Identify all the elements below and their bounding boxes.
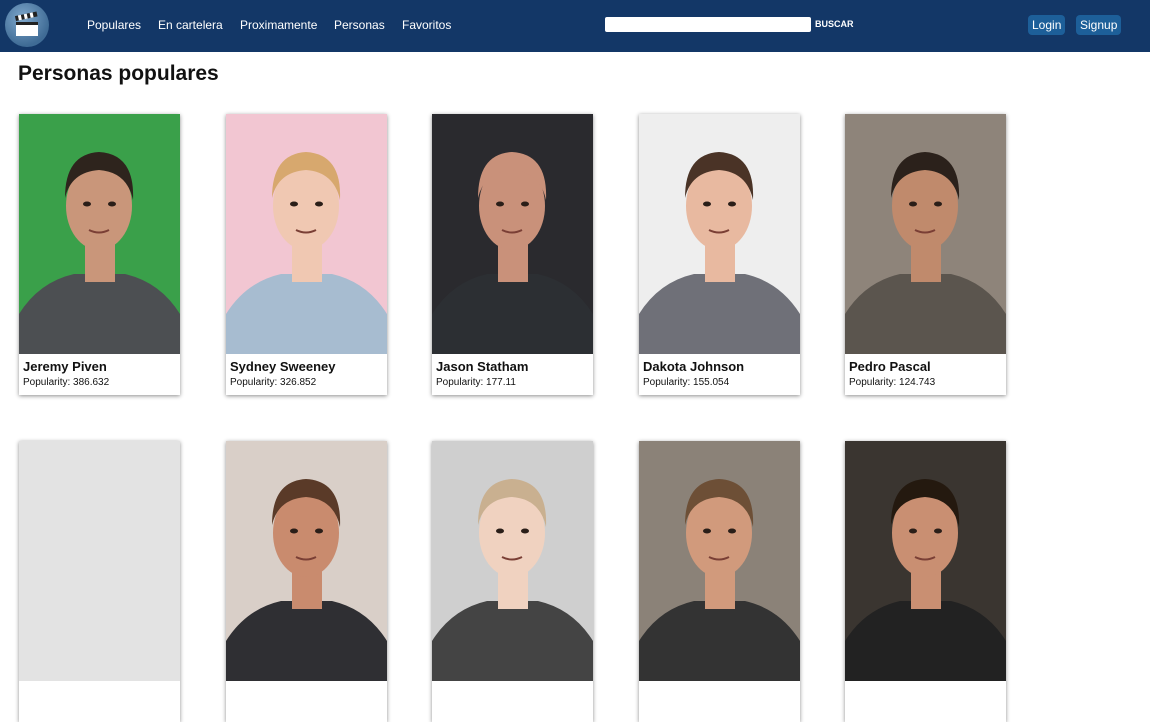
popularity-value: 386.632 xyxy=(73,377,110,388)
person-photo[interactable] xyxy=(432,441,593,681)
login-button[interactable]: Login xyxy=(1028,15,1066,35)
person-photo[interactable] xyxy=(639,441,800,681)
nav-link-en-cartelera[interactable]: En cartelera xyxy=(158,16,223,34)
person-photo[interactable] xyxy=(432,114,593,354)
popularity-label: Popularity: xyxy=(230,377,278,388)
search-input[interactable] xyxy=(605,17,811,32)
popularity-label: Popularity: xyxy=(849,377,897,388)
person-card[interactable] xyxy=(432,441,593,722)
nav-link-populares[interactable]: Populares xyxy=(87,16,141,34)
person-card[interactable]: Jason Statham Popularity: 177.11 xyxy=(432,114,593,395)
popularity-row: Popularity: 177.11 xyxy=(436,377,516,388)
nav-link-proximamente[interactable]: Proximamente xyxy=(240,16,317,34)
nav-link-personas[interactable]: Personas xyxy=(334,16,385,34)
person-card[interactable]: Sydney Sweeney Popularity: 326.852 xyxy=(226,114,387,395)
person-name[interactable]: Jeremy Piven xyxy=(23,359,107,374)
clapperboard-icon[interactable] xyxy=(5,3,49,47)
person-card[interactable] xyxy=(19,441,180,722)
person-photo[interactable] xyxy=(226,441,387,681)
popularity-row: Popularity: 155.054 xyxy=(643,377,729,388)
popularity-label: Popularity: xyxy=(23,377,71,388)
person-photo[interactable] xyxy=(845,441,1006,681)
person-photo[interactable] xyxy=(639,114,800,354)
popularity-label: Popularity: xyxy=(436,377,484,388)
nav-link-favoritos[interactable]: Favoritos xyxy=(402,16,451,34)
person-photo[interactable] xyxy=(19,114,180,354)
person-card[interactable]: Pedro Pascal Popularity: 124.743 xyxy=(845,114,1006,395)
person-card[interactable] xyxy=(845,441,1006,722)
person-card[interactable] xyxy=(639,441,800,722)
person-photo[interactable] xyxy=(845,114,1006,354)
popularity-label: Popularity: xyxy=(643,377,691,388)
signup-button[interactable]: Signup xyxy=(1076,15,1122,35)
person-card[interactable]: Dakota Johnson Popularity: 155.054 xyxy=(639,114,800,395)
popularity-row: Popularity: 326.852 xyxy=(230,377,316,388)
person-name[interactable]: Jason Statham xyxy=(436,359,528,374)
popularity-row: Popularity: 386.632 xyxy=(23,377,109,388)
search-button[interactable]: BUSCAR xyxy=(813,17,856,32)
page-title: Personas populares xyxy=(18,62,219,85)
person-name[interactable]: Pedro Pascal xyxy=(849,359,931,374)
person-photo[interactable] xyxy=(226,114,387,354)
popularity-value: 155.054 xyxy=(693,377,730,388)
person-card[interactable]: Jeremy Piven Popularity: 386.632 xyxy=(19,114,180,395)
person-name[interactable]: Dakota Johnson xyxy=(643,359,744,374)
popularity-row: Popularity: 124.743 xyxy=(849,377,935,388)
person-name[interactable]: Sydney Sweeney xyxy=(230,359,336,374)
person-photo[interactable] xyxy=(19,441,180,681)
popularity-value: 177.11 xyxy=(486,377,516,388)
top-navbar: Populares En cartelera Proximamente Pers… xyxy=(0,0,1150,52)
person-card[interactable] xyxy=(226,441,387,722)
popularity-value: 124.743 xyxy=(899,377,936,388)
popularity-value: 326.852 xyxy=(280,377,317,388)
